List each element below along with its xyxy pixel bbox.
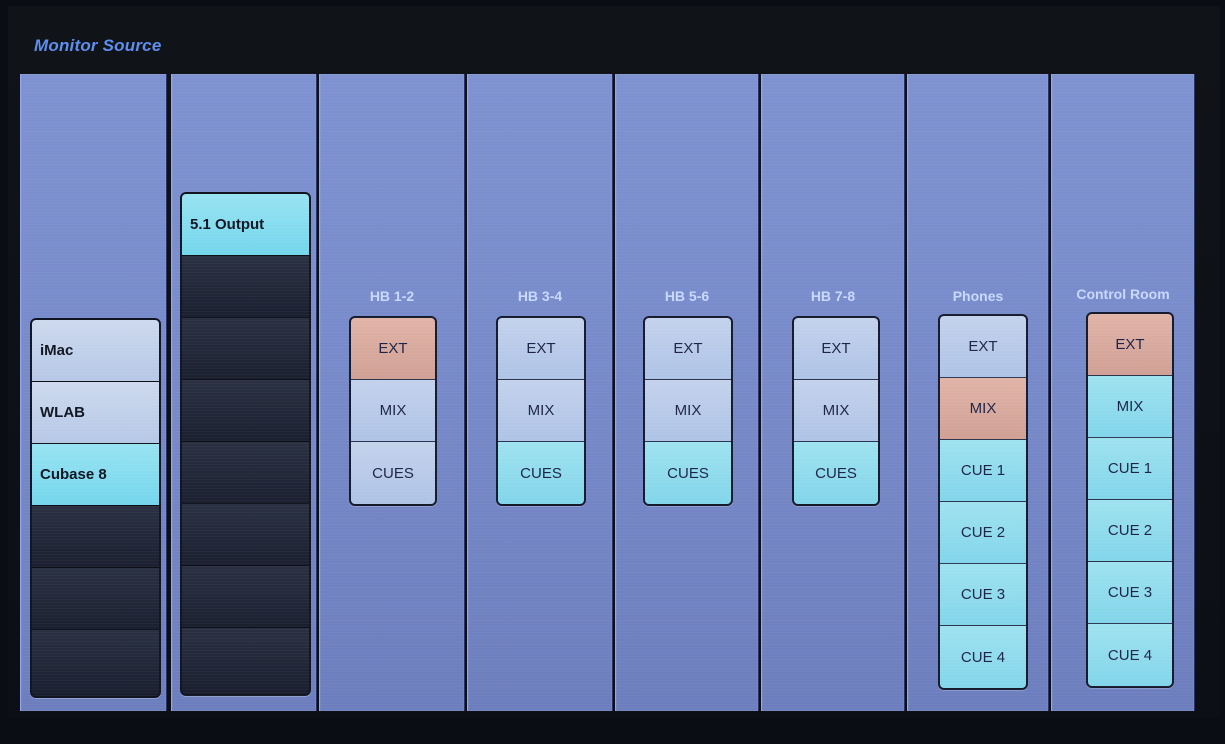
group-label-hb-3-4: HB 3-4 [517, 288, 563, 304]
hb-7-8-cues-button[interactable]: CUES [794, 442, 878, 504]
hb-1-2-mix-button[interactable]: MIX [351, 380, 435, 442]
phones-ext-button[interactable]: EXT [940, 316, 1026, 378]
hb-1-2-cues-button[interactable]: CUES [351, 442, 435, 504]
group-label-phones: Phones [952, 288, 1004, 304]
button-group-hb-3-4: EXT MIX CUES [496, 316, 586, 506]
phones-cue-3-button[interactable]: CUE 3 [940, 564, 1026, 626]
control-room-ext-button[interactable]: EXT [1088, 314, 1172, 376]
source-item-wlab[interactable]: WLAB [32, 382, 159, 444]
source-item-cubase[interactable]: Cubase 8 [32, 444, 159, 506]
output-item-empty[interactable] [182, 256, 309, 318]
button-group-control-room: EXT MIX CUE 1 CUE 2 CUE 3 CUE 4 [1086, 312, 1174, 688]
hb-5-6-cues-button[interactable]: CUES [645, 442, 731, 504]
hb-5-6-mix-button[interactable]: MIX [645, 380, 731, 442]
hb-3-4-mix-button[interactable]: MIX [498, 380, 584, 442]
hb-7-8-ext-button[interactable]: EXT [794, 318, 878, 380]
column-hb-3-4: HB 3-4 EXT MIX CUES [467, 74, 613, 711]
computer-source-list: iMac WLAB Cubase 8 [30, 318, 161, 698]
group-label-hb-5-6: HB 5-6 [664, 288, 710, 304]
column-outputs: 5.1 Output [171, 74, 317, 711]
output-item-empty[interactable] [182, 504, 309, 566]
group-label-hb-7-8: HB 7-8 [810, 288, 856, 304]
button-group-hb-1-2: EXT MIX CUES [349, 316, 437, 506]
button-group-hb-5-6: EXT MIX CUES [643, 316, 733, 506]
output-item-5-1[interactable]: 5.1 Output [182, 194, 309, 256]
phones-cue-4-button[interactable]: CUE 4 [940, 626, 1026, 688]
source-item-imac[interactable]: iMac [32, 320, 159, 382]
output-item-empty[interactable] [182, 318, 309, 380]
button-group-phones: EXT MIX CUE 1 CUE 2 CUE 3 CUE 4 [938, 314, 1028, 690]
group-label-hb-1-2: HB 1-2 [369, 288, 415, 304]
phones-mix-button[interactable]: MIX [940, 378, 1026, 440]
output-item-empty[interactable] [182, 628, 309, 690]
hb-5-6-ext-button[interactable]: EXT [645, 318, 731, 380]
column-phones: Phones EXT MIX CUE 1 CUE 2 CUE 3 CUE 4 [907, 74, 1049, 711]
page-title: Monitor Source [34, 36, 162, 55]
source-item-empty[interactable] [32, 630, 159, 692]
control-room-cue-4-button[interactable]: CUE 4 [1088, 624, 1172, 686]
output-source-list: 5.1 Output [180, 192, 311, 696]
output-item-empty[interactable] [182, 380, 309, 442]
column-hb-5-6: HB 5-6 EXT MIX CUES [615, 74, 759, 711]
control-room-cue-3-button[interactable]: CUE 3 [1088, 562, 1172, 624]
hb-3-4-cues-button[interactable]: CUES [498, 442, 584, 504]
button-group-hb-7-8: EXT MIX CUES [792, 316, 880, 506]
control-room-cue-1-button[interactable]: CUE 1 [1088, 438, 1172, 500]
hb-3-4-ext-button[interactable]: EXT [498, 318, 584, 380]
phones-cue-1-button[interactable]: CUE 1 [940, 440, 1026, 502]
output-item-empty[interactable] [182, 566, 309, 628]
source-item-empty[interactable] [32, 506, 159, 568]
control-room-mix-button[interactable]: MIX [1088, 376, 1172, 438]
group-label-control-room: Control Room [1076, 286, 1170, 302]
source-item-empty[interactable] [32, 568, 159, 630]
phones-cue-2-button[interactable]: CUE 2 [940, 502, 1026, 564]
hb-7-8-mix-button[interactable]: MIX [794, 380, 878, 442]
hb-1-2-ext-button[interactable]: EXT [351, 318, 435, 380]
column-hb-1-2: HB 1-2 EXT MIX CUES [319, 74, 465, 711]
column-computers: iMac WLAB Cubase 8 [20, 74, 167, 711]
output-item-empty[interactable] [182, 442, 309, 504]
column-control-room: Control Room EXT MIX CUE 1 CUE 2 CUE 3 C… [1051, 74, 1195, 711]
control-room-cue-2-button[interactable]: CUE 2 [1088, 500, 1172, 562]
column-hb-7-8: HB 7-8 EXT MIX CUES [761, 74, 905, 711]
